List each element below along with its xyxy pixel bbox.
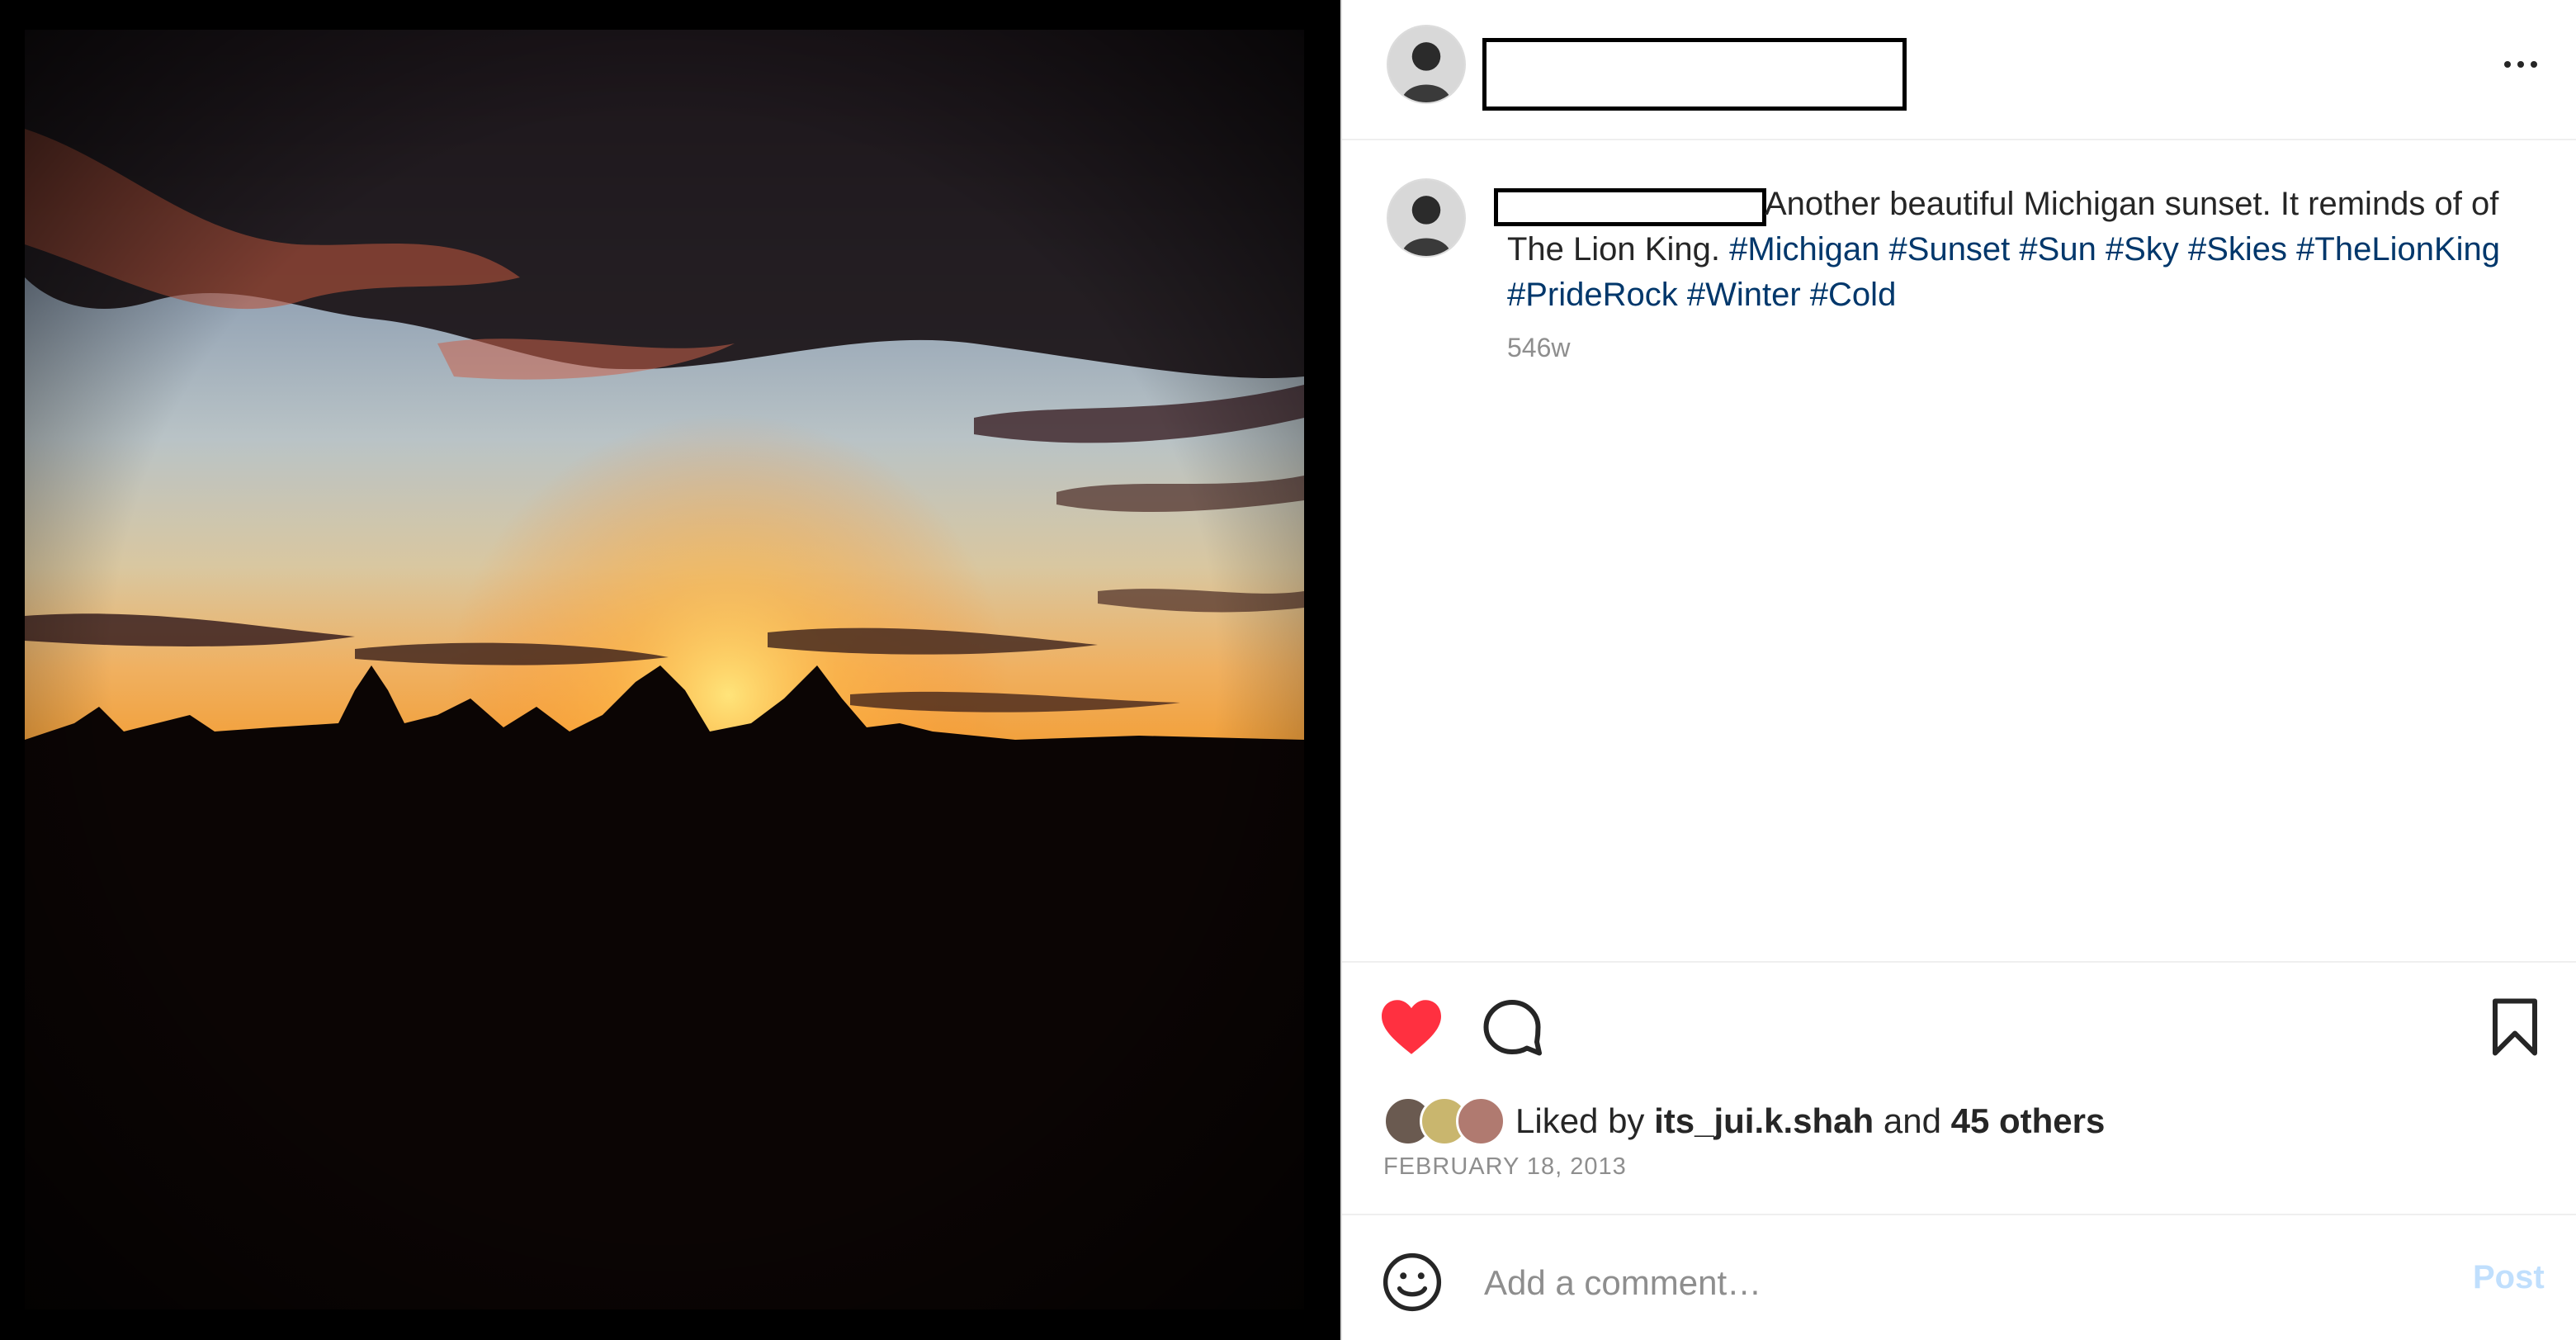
save-button[interactable] bbox=[2486, 997, 2544, 1057]
header-divider bbox=[1342, 139, 2576, 140]
comment-bubble-icon bbox=[1483, 1000, 1542, 1056]
comment-divider bbox=[1342, 1214, 2576, 1215]
liker-avatar bbox=[1456, 1096, 1505, 1146]
post-photo-panel bbox=[0, 0, 1340, 1340]
post-age[interactable]: 546w bbox=[1507, 333, 1571, 363]
emoji-button[interactable] bbox=[1382, 1252, 1443, 1313]
bookmark-icon bbox=[2493, 998, 2537, 1056]
caption-author-avatar[interactable] bbox=[1387, 178, 1466, 258]
like-button[interactable] bbox=[1378, 997, 1444, 1057]
post-photo[interactable] bbox=[25, 30, 1304, 1309]
comment-button[interactable] bbox=[1482, 997, 1542, 1057]
post-comment-button[interactable]: Post bbox=[2473, 1259, 2545, 1296]
liked-by-text: Liked by its_jui.k.shah and 45 others bbox=[1515, 1101, 2106, 1140]
heart-filled-icon bbox=[1382, 1000, 1441, 1054]
liked-by-others-link[interactable]: 45 others bbox=[1951, 1101, 2106, 1140]
author-avatar[interactable] bbox=[1387, 25, 1466, 104]
actions-divider bbox=[1342, 961, 2576, 963]
liker-avatars[interactable] bbox=[1383, 1096, 1515, 1149]
comment-input[interactable] bbox=[1482, 1255, 2394, 1311]
liked-by-user-link[interactable]: its_jui.k.shah bbox=[1654, 1101, 1874, 1140]
post-date: FEBRUARY 18, 2013 bbox=[1383, 1153, 1627, 1180]
emoji-smile-icon bbox=[1383, 1252, 1442, 1312]
more-options-icon bbox=[2504, 61, 2511, 68]
author-username-redacted bbox=[1482, 38, 1907, 111]
post-side-panel: Another beautiful Michigan sunset. It re… bbox=[1340, 0, 2576, 1340]
post-caption: Another beautiful Michigan sunset. It re… bbox=[1507, 182, 2531, 318]
more-options-button[interactable] bbox=[2488, 41, 2554, 88]
